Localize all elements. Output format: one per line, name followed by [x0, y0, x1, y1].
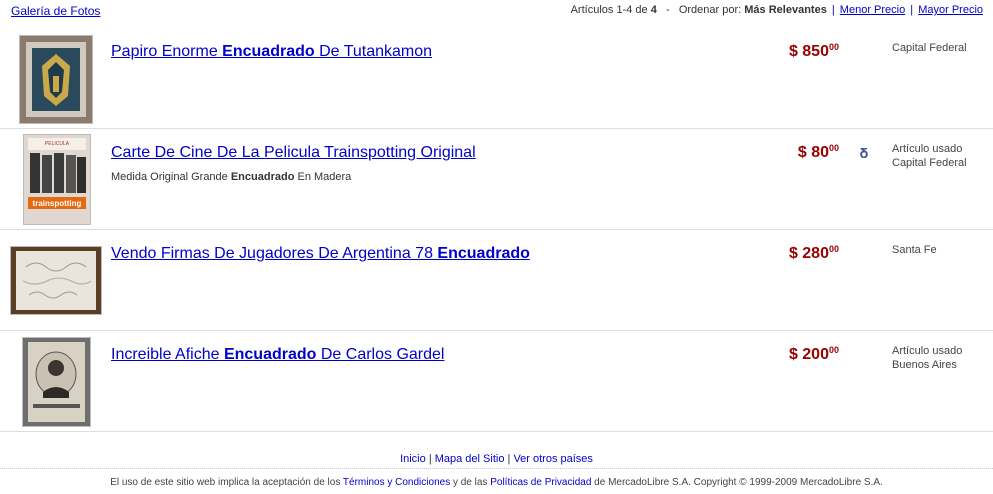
item-title-link[interactable]: Papiro Enorme Encuadrado De Tutankamon	[111, 43, 432, 61]
item-info: Capital Federal	[892, 41, 967, 55]
item-price: $ 28000	[788, 244, 839, 262]
item-price: $ 20000	[788, 345, 839, 363]
sort-current: Más Relevantes	[744, 4, 827, 16]
terms-link[interactable]: Términos y Condiciones	[343, 477, 450, 488]
listing-row: Papiro Enorme Encuadrado De Tutankamon $…	[0, 27, 993, 129]
item-price-cents: 00	[828, 345, 839, 355]
item-description: Medida Original Grande Encuadrado En Mad…	[111, 171, 352, 183]
results-toolbar: Galería de Fotos Artículos 1-4 de 4 - Or…	[0, 0, 993, 22]
item-thumbnail[interactable]	[10, 246, 102, 315]
item-info: Artículo usado Capital Federal	[892, 142, 967, 170]
sort-separator: |	[831, 4, 835, 16]
photo-gallery-link[interactable]: Galería de Fotos	[11, 4, 100, 18]
item-thumbnail[interactable]	[22, 337, 91, 427]
privacy-link[interactable]: Políticas de Privacidad	[490, 477, 591, 488]
sort-controls: Artículos 1-4 de 4 - Ordenar por: Más Re…	[571, 4, 983, 16]
seller-medal-icon: 𝛅	[859, 145, 869, 161]
item-location: Santa Fe	[892, 244, 937, 256]
item-price-cents: 00	[828, 143, 839, 153]
item-location: Capital Federal	[892, 42, 967, 54]
item-price: $ 85000	[788, 42, 839, 60]
item-location: Buenos Aires	[892, 359, 957, 371]
svg-text:trainspotting: trainspotting	[33, 199, 82, 208]
item-thumbnail[interactable]	[19, 35, 93, 124]
item-condition: Artículo usado	[892, 143, 963, 155]
listing-row: PELICULA trainspotting Carte De Cine De …	[0, 128, 993, 230]
listing-row: Vendo Firmas De Jugadores De Argentina 7…	[0, 229, 993, 331]
results-total: 4	[650, 4, 657, 16]
svg-text:PELICULA: PELICULA	[45, 141, 70, 147]
sort-separator: |	[910, 4, 914, 16]
item-title-link[interactable]: Carte De Cine De La Pelicula Trainspotti…	[111, 144, 476, 162]
footer-divider	[0, 468, 993, 469]
footer-legal: El uso de este sitio web implica la acep…	[110, 477, 883, 488]
item-price-cents: 00	[828, 42, 839, 52]
item-price-cents: 00	[828, 244, 839, 254]
footer-separator: |	[507, 453, 511, 465]
sort-highest-price-link[interactable]: Mayor Precio	[918, 4, 983, 16]
item-title-link[interactable]: Vendo Firmas De Jugadores De Argentina 7…	[111, 245, 530, 263]
item-thumbnail[interactable]: PELICULA trainspotting	[23, 134, 91, 225]
footer-home-link[interactable]: Inicio	[400, 453, 426, 465]
item-info: Artículo usado Buenos Aires	[892, 344, 962, 372]
item-title-link[interactable]: Increible Afiche Encuadrado De Carlos Ga…	[111, 346, 444, 364]
footer-links: Inicio | Mapa del Sitio | Ver otros país…	[0, 453, 993, 465]
item-location: Capital Federal	[892, 157, 967, 169]
dash-separator: -	[665, 4, 670, 16]
item-condition: Artículo usado	[892, 345, 963, 357]
item-price: $ 8000	[797, 143, 839, 161]
listing-row: Increible Afiche Encuadrado De Carlos Ga…	[0, 330, 993, 432]
footer-separator: |	[428, 453, 432, 465]
footer-countries-link[interactable]: Ver otros países	[513, 453, 593, 465]
results-count-label: Artículos 1-4 de	[570, 4, 651, 16]
item-info: Santa Fe	[892, 243, 937, 257]
footer-sitemap-link[interactable]: Mapa del Sitio	[435, 453, 505, 465]
sort-label: Ordenar por:	[678, 4, 742, 16]
sort-lowest-price-link[interactable]: Menor Precio	[840, 4, 905, 16]
